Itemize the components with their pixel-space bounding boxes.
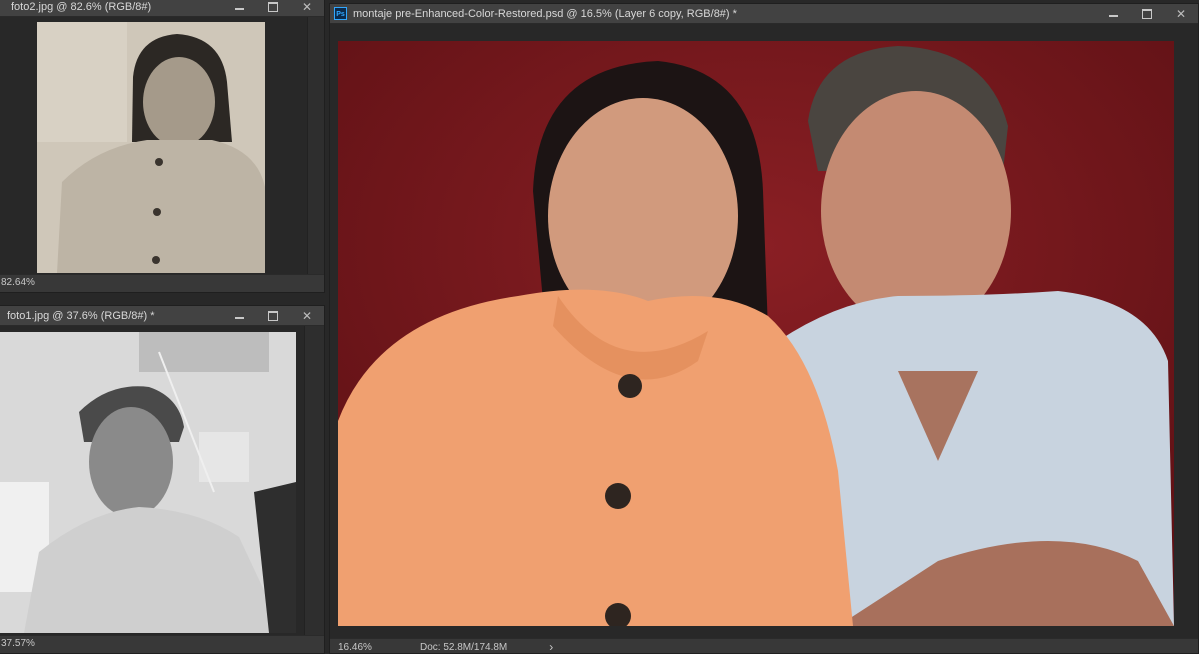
close-icon: ✕ (301, 0, 313, 14)
minimize-button[interactable] (222, 0, 256, 17)
foto1-zoom-value[interactable]: 37.57% (1, 638, 35, 649)
foto2-title: foto2.jpg @ 82.6% (RGB/8#) (11, 0, 152, 13)
close-button[interactable]: ✕ (1164, 4, 1198, 24)
foto1-status-bar: 37.57% (0, 635, 324, 651)
foto2-canvas[interactable] (0, 17, 307, 274)
main-photo-art (338, 41, 1174, 626)
minimize-button[interactable] (222, 306, 256, 326)
close-icon: ✕ (301, 309, 313, 323)
foto2-image (37, 22, 265, 273)
maximize-button[interactable] (1130, 4, 1164, 24)
minimize-icon (1108, 15, 1118, 17)
maximize-button[interactable] (256, 306, 290, 326)
foto1-canvas[interactable] (0, 326, 304, 635)
close-button[interactable]: ✕ (290, 306, 324, 326)
minimize-icon (234, 317, 244, 319)
foto2-zoom-value[interactable]: 82.64% (1, 277, 35, 288)
maximize-icon (1142, 9, 1152, 19)
main-document-window[interactable]: Ps montaje pre-Enhanced-Color-Restored.p… (329, 3, 1199, 654)
close-button[interactable]: ✕ (290, 0, 324, 17)
main-title: montaje pre-Enhanced-Color-Restored.psd … (353, 7, 737, 20)
foto1-photo-art (0, 332, 296, 633)
main-composite-image (338, 41, 1174, 626)
close-icon: ✕ (1175, 7, 1187, 21)
foto2-vertical-scrollbar[interactable] (307, 17, 324, 274)
minimize-icon (234, 8, 244, 10)
main-canvas[interactable] (330, 24, 1198, 638)
foto1-title: foto1.jpg @ 37.6% (RGB/8#) * (7, 309, 155, 322)
main-status-bar: 16.46% Doc: 52.8M/174.8M › (330, 638, 1198, 653)
foto2-document-window[interactable]: foto2.jpg @ 82.6% (RGB/8#) ✕ 82.64% (0, 0, 325, 293)
foto1-document-window[interactable]: foto1.jpg @ 37.6% (RGB/8#) * ✕ 37.57% (0, 305, 325, 654)
foto1-image (0, 332, 296, 633)
main-titlebar[interactable]: Ps montaje pre-Enhanced-Color-Restored.p… (330, 4, 1198, 24)
main-zoom-value[interactable]: 16.46% (338, 642, 420, 653)
maximize-icon (268, 311, 278, 321)
doc-size-info[interactable]: Doc: 52.8M/174.8M (420, 642, 507, 653)
maximize-button[interactable] (256, 0, 290, 17)
maximize-icon (268, 2, 278, 12)
foto1-titlebar[interactable]: foto1.jpg @ 37.6% (RGB/8#) * ✕ (0, 306, 324, 326)
foto2-titlebar[interactable]: foto2.jpg @ 82.6% (RGB/8#) ✕ (0, 0, 324, 17)
foto1-vertical-scrollbar[interactable] (304, 326, 324, 635)
photoshop-app-icon: Ps (334, 7, 347, 20)
foto2-photo-art (37, 22, 265, 273)
status-menu-arrow-icon[interactable]: › (549, 640, 553, 653)
foto2-status-bar: 82.64% (0, 274, 324, 290)
minimize-button[interactable] (1096, 4, 1130, 24)
